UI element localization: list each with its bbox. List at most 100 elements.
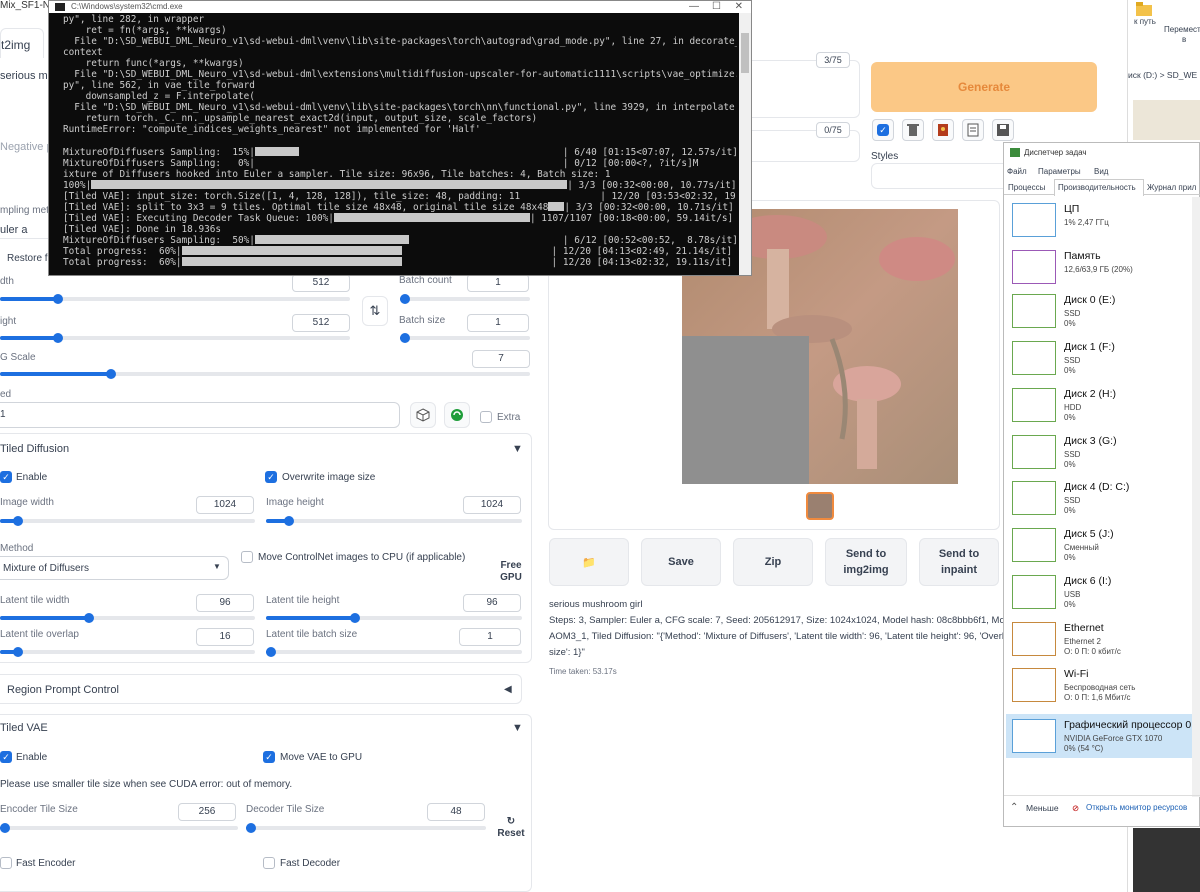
tm-item[interactable]: Диск 2 (H:) HDD 0%: [1012, 388, 1198, 428]
free-gpu-button[interactable]: Free GPU: [494, 560, 528, 586]
send-to-img2img-button[interactable]: Send to img2img: [825, 538, 907, 586]
batch-count-value[interactable]: 1: [467, 274, 529, 292]
tile-width-slider[interactable]: [0, 613, 255, 623]
image-width-slider[interactable]: [0, 516, 255, 526]
height-slider[interactable]: [0, 333, 350, 343]
tm-item[interactable]: Диск 6 (I:) USB 0%: [1012, 575, 1198, 615]
swap-dimensions-button[interactable]: ⇅: [362, 296, 388, 326]
tab-app-history[interactable]: Журнал прил: [1147, 183, 1196, 192]
batch-size-value[interactable]: 1: [467, 314, 529, 332]
move-controlnet-checkbox[interactable]: [241, 551, 253, 563]
decoder-tile-slider[interactable]: [246, 823, 486, 833]
encoder-tile-value[interactable]: 256: [178, 803, 236, 821]
tab-performance[interactable]: Производительность: [1054, 179, 1144, 196]
prompt-box-edge[interactable]: [752, 60, 860, 118]
image-width-value[interactable]: 1024: [196, 496, 254, 514]
image-height-value[interactable]: 1024: [463, 496, 521, 514]
tm-item[interactable]: ЦП 1% 2,47 ГГц: [1012, 203, 1198, 243]
slider-thumb[interactable]: [283, 516, 294, 526]
close-icon[interactable]: ✕: [735, 1, 743, 13]
method-select[interactable]: Mixture of Diffusers ▼: [0, 556, 229, 580]
explorer-thumbnail[interactable]: [1133, 100, 1200, 140]
width-slider[interactable]: [0, 294, 350, 304]
send-to-inpaint-button[interactable]: Send to inpaint: [919, 538, 999, 586]
sampling-method-select[interactable]: uler a: [0, 224, 28, 236]
batch-count-slider[interactable]: [400, 294, 530, 304]
encoder-tile-slider[interactable]: [0, 823, 238, 833]
styles-select[interactable]: [871, 163, 1011, 189]
reset-button[interactable]: ↻ Reset: [494, 816, 528, 842]
tile-height-slider[interactable]: [266, 613, 522, 623]
vae-enable-checkbox[interactable]: ✓: [0, 751, 12, 763]
overwrite-size-checkbox[interactable]: ✓: [265, 471, 277, 483]
move-button-label[interactable]: Перемест: [1164, 25, 1200, 34]
cmd-scrollbar[interactable]: [739, 13, 751, 275]
reuse-seed-button[interactable]: [444, 402, 470, 428]
tm-item[interactable]: Диск 4 (D: C:) SSD 0%: [1012, 481, 1198, 521]
tile-width-value[interactable]: 96: [196, 594, 254, 612]
tile-batch-value[interactable]: 1: [459, 628, 521, 646]
slider-thumb[interactable]: [266, 647, 276, 657]
scroll-thumb[interactable]: [741, 33, 749, 73]
explorer-thumbnail[interactable]: [1133, 828, 1200, 892]
clipboard-button[interactable]: [962, 119, 984, 141]
fast-decoder-checkbox[interactable]: [263, 857, 275, 869]
trash-button[interactable]: [902, 119, 924, 141]
tiled-vae-title[interactable]: Tiled VAE: [0, 722, 48, 734]
tile-overlap-value[interactable]: 16: [196, 628, 254, 646]
zip-button[interactable]: Zip: [733, 538, 813, 586]
td-enable-checkbox[interactable]: ✓: [0, 471, 12, 483]
width-value[interactable]: 512: [292, 274, 350, 292]
minimize-icon[interactable]: —: [689, 1, 699, 13]
tile-height-value[interactable]: 96: [463, 594, 521, 612]
collapse-caret-icon[interactable]: ▼: [512, 443, 523, 455]
slider-thumb[interactable]: [12, 516, 23, 526]
tm-item[interactable]: Диск 3 (G:) SSD 0%: [1012, 435, 1198, 475]
chevron-up-icon[interactable]: ⌃: [1010, 802, 1018, 813]
tm-item[interactable]: Диск 1 (F:) SSD 0%: [1012, 341, 1198, 381]
tab-processes[interactable]: Процессы: [1008, 183, 1045, 192]
tm-item[interactable]: Диск 5 (J:) Сменный 0%: [1012, 528, 1198, 568]
cmd-window[interactable]: C:\Windows\system32\cmd.exe — ☐ ✕ py", l…: [48, 0, 752, 276]
slider-thumb[interactable]: [106, 369, 116, 379]
tab-txt2img[interactable]: t2img: [0, 28, 44, 58]
generate-button[interactable]: Generate: [871, 62, 1097, 112]
maximize-icon[interactable]: ☐: [712, 1, 721, 13]
fewer-details-button[interactable]: Меньше: [1026, 803, 1059, 813]
slider-thumb[interactable]: [400, 294, 410, 304]
open-folder-button[interactable]: 📁: [549, 538, 629, 586]
tile-overlap-slider[interactable]: [0, 647, 255, 657]
slider-thumb[interactable]: [0, 823, 10, 833]
task-manager-window[interactable]: Диспетчер задач Файл Параметры Вид Проце…: [1003, 142, 1200, 827]
style-apply-button[interactable]: ✓: [872, 119, 894, 141]
random-seed-button[interactable]: [410, 402, 436, 428]
tm-item[interactable]: Диск 0 (E:) SSD 0%: [1012, 294, 1198, 334]
open-resource-monitor-link[interactable]: Открыть монитор ресурсов: [1086, 803, 1187, 812]
slider-thumb[interactable]: [52, 333, 63, 343]
tile-batch-slider[interactable]: [266, 647, 522, 657]
tm-item[interactable]: Графический процессор 0 NVIDIA GeForce GT…: [1006, 714, 1192, 758]
slider-thumb[interactable]: [246, 823, 256, 833]
path-label[interactable]: к путь: [1134, 17, 1156, 26]
save-button[interactable]: Save: [641, 538, 721, 586]
slider-thumb[interactable]: [12, 647, 23, 657]
fast-encoder-checkbox[interactable]: [0, 857, 12, 869]
tm-menu-file[interactable]: Файл: [1007, 167, 1027, 176]
collapse-caret-icon[interactable]: ▼: [512, 722, 523, 734]
cmd-titlebar[interactable]: C:\Windows\system32\cmd.exe — ☐ ✕: [49, 1, 751, 13]
slider-thumb[interactable]: [400, 333, 410, 343]
tiled-diffusion-title[interactable]: Tiled Diffusion: [0, 443, 69, 455]
height-value[interactable]: 512: [292, 314, 350, 332]
move-vae-checkbox[interactable]: ✓: [263, 751, 275, 763]
cfg-scale-value[interactable]: 7: [472, 350, 530, 368]
tm-item[interactable]: Память 12,6/63,9 ГБ (20%): [1012, 250, 1198, 290]
cfg-scale-slider[interactable]: [0, 369, 530, 379]
tm-item[interactable]: Ethernet Ethernet 2 О: 0 П: 0 кбит/с: [1012, 622, 1198, 662]
slider-thumb[interactable]: [52, 294, 63, 304]
image-height-slider[interactable]: [266, 516, 522, 526]
tm-item[interactable]: Wi-Fi Беспроводная сеть О: 0 П: 1,6 Мбит/с: [1012, 668, 1198, 708]
save-style-button[interactable]: [992, 119, 1014, 141]
extra-networks-button[interactable]: [932, 119, 954, 141]
tm-menu-view[interactable]: Вид: [1094, 167, 1108, 176]
extra-checkbox[interactable]: [480, 411, 492, 423]
